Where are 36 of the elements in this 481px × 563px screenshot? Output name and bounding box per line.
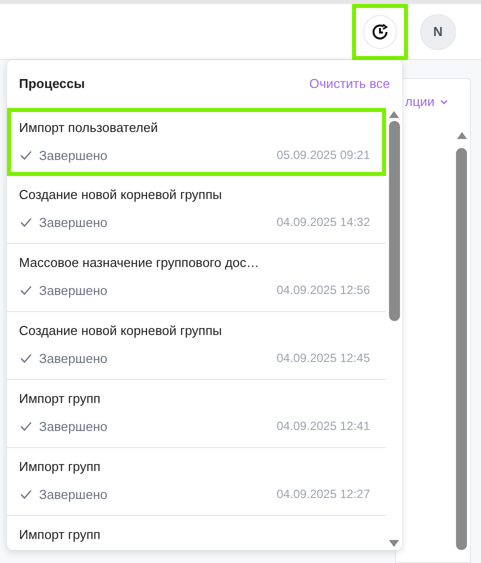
process-item[interactable]: Создание новой корневой группы Завершено 04.09.2025 14:32 xyxy=(7,176,386,244)
process-name: Импорт групп xyxy=(19,390,102,408)
process-name: Массовое назначение группового дос… xyxy=(19,254,260,272)
process-name: Импорт групп xyxy=(19,458,102,476)
status-text: Завершено xyxy=(39,350,108,368)
status-text: Завершено xyxy=(39,486,108,504)
process-name: Импорт групп xyxy=(19,526,102,544)
scroll-down-icon[interactable] xyxy=(388,539,400,548)
page-scrollbar[interactable] xyxy=(455,130,468,550)
scroll-up-icon[interactable] xyxy=(456,130,468,140)
process-name: Импорт пользователей xyxy=(19,119,159,137)
user-avatar[interactable]: N xyxy=(420,14,456,50)
scroll-up-icon[interactable] xyxy=(388,110,400,119)
status-text: Завершено xyxy=(39,214,108,232)
process-name: Создание новой корневой группы xyxy=(19,186,223,204)
history-button[interactable] xyxy=(363,14,397,48)
process-time: 04.09.2025 12:56 xyxy=(276,282,370,300)
process-time: 05.09.2025 09:21 xyxy=(276,147,370,164)
clear-all-link[interactable]: Очистить все xyxy=(309,74,390,94)
process-item[interactable]: Создание новой корневой группы Завершено 04.09.2025 12:45 xyxy=(7,312,386,380)
status-text: Завершено xyxy=(39,146,108,165)
process-item[interactable]: Импорт групп Завершено 04.09.2025 12:27 xyxy=(7,448,386,516)
status-text: Завершено xyxy=(39,282,108,300)
process-time: 04.09.2025 12:41 xyxy=(276,418,370,436)
process-time: 04.09.2025 14:32 xyxy=(276,214,370,232)
process-item[interactable]: Импорт пользователей Завершено 05.09.2025 09:21 xyxy=(7,108,386,176)
link-text[interactable]: лции xyxy=(405,92,435,112)
clock-icon xyxy=(370,22,390,42)
status-text: Завершено xyxy=(39,418,108,436)
process-item[interactable]: Массовое назначение группового дос… Завершено 04.09.2025 12:56 xyxy=(7,244,386,312)
process-item[interactable]: Импорт групп Завершено 04.09.2025 12:41 xyxy=(7,380,386,448)
panel-title: Процессы xyxy=(19,75,85,94)
process-time: 04.09.2025 12:27 xyxy=(276,486,370,504)
process-item[interactable]: Импорт групп xyxy=(7,516,386,550)
process-name: Создание новой корневой группы xyxy=(19,322,223,340)
process-time: 04.09.2025 12:45 xyxy=(276,350,370,368)
